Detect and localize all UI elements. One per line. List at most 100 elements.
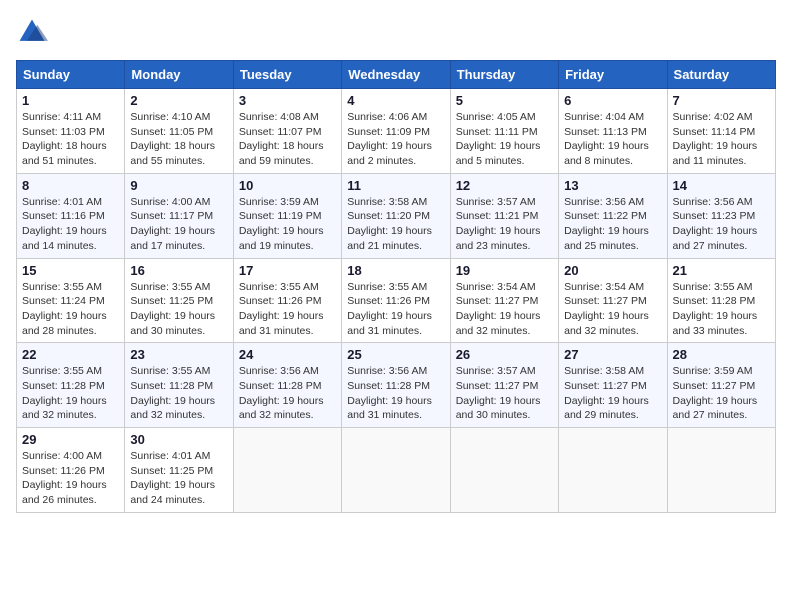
calendar-cell: 19 Sunrise: 3:54 AM Sunset: 11:27 PM Dayl… bbox=[450, 258, 558, 343]
day-info: Sunrise: 3:55 AM Sunset: 11:28 PM Daylig… bbox=[130, 364, 227, 423]
calendar-cell: 10 Sunrise: 3:59 AM Sunset: 11:19 PM Dayl… bbox=[233, 173, 341, 258]
day-number: 26 bbox=[456, 347, 553, 362]
day-number: 25 bbox=[347, 347, 444, 362]
week-row: 22 Sunrise: 3:55 AM Sunset: 11:28 PM Dayl… bbox=[17, 343, 776, 428]
day-number: 30 bbox=[130, 432, 227, 447]
day-info: Sunrise: 4:01 AM Sunset: 11:16 PM Daylig… bbox=[22, 195, 119, 254]
day-info: Sunrise: 4:04 AM Sunset: 11:13 PM Daylig… bbox=[564, 110, 661, 169]
day-info: Sunrise: 3:59 AM Sunset: 11:27 PM Daylig… bbox=[673, 364, 770, 423]
calendar-cell: 7 Sunrise: 4:02 AM Sunset: 11:14 PM Dayli… bbox=[667, 89, 775, 174]
day-info: Sunrise: 3:55 AM Sunset: 11:28 PM Daylig… bbox=[673, 280, 770, 339]
day-info: Sunrise: 3:54 AM Sunset: 11:27 PM Daylig… bbox=[564, 280, 661, 339]
calendar-cell: 6 Sunrise: 4:04 AM Sunset: 11:13 PM Dayli… bbox=[559, 89, 667, 174]
calendar-cell: 25 Sunrise: 3:56 AM Sunset: 11:28 PM Dayl… bbox=[342, 343, 450, 428]
day-number: 14 bbox=[673, 178, 770, 193]
day-number: 10 bbox=[239, 178, 336, 193]
day-number: 24 bbox=[239, 347, 336, 362]
day-info: Sunrise: 4:02 AM Sunset: 11:14 PM Daylig… bbox=[673, 110, 770, 169]
day-number: 5 bbox=[456, 93, 553, 108]
calendar-cell: 26 Sunrise: 3:57 AM Sunset: 11:27 PM Dayl… bbox=[450, 343, 558, 428]
day-number: 28 bbox=[673, 347, 770, 362]
day-number: 6 bbox=[564, 93, 661, 108]
day-info: Sunrise: 3:55 AM Sunset: 11:26 PM Daylig… bbox=[239, 280, 336, 339]
calendar-cell: 2Sunrise: 4:10 AM Sunset: 11:05 PM Dayli… bbox=[125, 89, 233, 174]
calendar-cell: 27Sunrise: 3:58 AM Sunset: 11:27 PM Dayl… bbox=[559, 343, 667, 428]
day-info: Sunrise: 3:55 AM Sunset: 11:26 PM Daylig… bbox=[347, 280, 444, 339]
calendar-cell: 24Sunrise: 3:56 AM Sunset: 11:28 PM Dayl… bbox=[233, 343, 341, 428]
day-number: 16 bbox=[130, 263, 227, 278]
calendar-cell: 12Sunrise: 3:57 AM Sunset: 11:21 PM Dayl… bbox=[450, 173, 558, 258]
day-info: Sunrise: 3:57 AM Sunset: 11:27 PM Daylig… bbox=[456, 364, 553, 423]
day-of-week-header: Thursday bbox=[450, 61, 558, 89]
day-number: 29 bbox=[22, 432, 119, 447]
day-info: Sunrise: 3:55 AM Sunset: 11:25 PM Daylig… bbox=[130, 280, 227, 339]
day-number: 13 bbox=[564, 178, 661, 193]
day-info: Sunrise: 3:55 AM Sunset: 11:24 PM Daylig… bbox=[22, 280, 119, 339]
day-info: Sunrise: 4:00 AM Sunset: 11:17 PM Daylig… bbox=[130, 195, 227, 254]
day-number: 15 bbox=[22, 263, 119, 278]
day-number: 17 bbox=[239, 263, 336, 278]
page-header bbox=[16, 16, 776, 48]
day-info: Sunrise: 4:00 AM Sunset: 11:26 PM Daylig… bbox=[22, 449, 119, 508]
day-of-week-header: Sunday bbox=[17, 61, 125, 89]
calendar-cell: 17 Sunrise: 3:55 AM Sunset: 11:26 PM Dayl… bbox=[233, 258, 341, 343]
day-number: 21 bbox=[673, 263, 770, 278]
day-info: Sunrise: 4:06 AM Sunset: 11:09 PM Daylig… bbox=[347, 110, 444, 169]
calendar-cell: 16 Sunrise: 3:55 AM Sunset: 11:25 PM Dayl… bbox=[125, 258, 233, 343]
week-row: 15 Sunrise: 3:55 AM Sunset: 11:24 PM Dayl… bbox=[17, 258, 776, 343]
calendar-cell: 28 Sunrise: 3:59 AM Sunset: 11:27 PM Dayl… bbox=[667, 343, 775, 428]
calendar-cell: 21 Sunrise: 3:55 AM Sunset: 11:28 PM Dayl… bbox=[667, 258, 775, 343]
day-of-week-header: Friday bbox=[559, 61, 667, 89]
day-number: 22 bbox=[22, 347, 119, 362]
calendar-cell: 3 Sunrise: 4:08 AM Sunset: 11:07 PM Dayli… bbox=[233, 89, 341, 174]
calendar-cell: 23 Sunrise: 3:55 AM Sunset: 11:28 PM Dayl… bbox=[125, 343, 233, 428]
day-number: 12 bbox=[456, 178, 553, 193]
calendar-cell bbox=[450, 428, 558, 513]
week-row: 1 Sunrise: 4:11 AM Sunset: 11:03 PM Dayli… bbox=[17, 89, 776, 174]
day-info: Sunrise: 4:01 AM Sunset: 11:25 PM Daylig… bbox=[130, 449, 227, 508]
day-info: Sunrise: 3:58 AM Sunset: 11:20 PM Daylig… bbox=[347, 195, 444, 254]
calendar-cell: 9Sunrise: 4:00 AM Sunset: 11:17 PM Dayli… bbox=[125, 173, 233, 258]
week-row: 8 Sunrise: 4:01 AM Sunset: 11:16 PM Dayli… bbox=[17, 173, 776, 258]
day-info: Sunrise: 3:56 AM Sunset: 11:28 PM Daylig… bbox=[347, 364, 444, 423]
day-of-week-header: Tuesday bbox=[233, 61, 341, 89]
day-of-week-header: Monday bbox=[125, 61, 233, 89]
logo-icon bbox=[16, 16, 48, 48]
day-info: Sunrise: 3:56 AM Sunset: 11:22 PM Daylig… bbox=[564, 195, 661, 254]
day-info: Sunrise: 3:55 AM Sunset: 11:28 PM Daylig… bbox=[22, 364, 119, 423]
calendar-cell bbox=[233, 428, 341, 513]
calendar-cell: 20 Sunrise: 3:54 AM Sunset: 11:27 PM Dayl… bbox=[559, 258, 667, 343]
day-number: 20 bbox=[564, 263, 661, 278]
day-number: 8 bbox=[22, 178, 119, 193]
logo bbox=[16, 16, 52, 48]
calendar-cell bbox=[559, 428, 667, 513]
calendar-cell: 4 Sunrise: 4:06 AM Sunset: 11:09 PM Dayli… bbox=[342, 89, 450, 174]
day-number: 19 bbox=[456, 263, 553, 278]
day-info: Sunrise: 4:08 AM Sunset: 11:07 PM Daylig… bbox=[239, 110, 336, 169]
day-number: 11 bbox=[347, 178, 444, 193]
day-info: Sunrise: 4:11 AM Sunset: 11:03 PM Daylig… bbox=[22, 110, 119, 169]
day-number: 27 bbox=[564, 347, 661, 362]
calendar-cell: 1 Sunrise: 4:11 AM Sunset: 11:03 PM Dayli… bbox=[17, 89, 125, 174]
calendar-cell: 22 Sunrise: 3:55 AM Sunset: 11:28 PM Dayl… bbox=[17, 343, 125, 428]
day-info: Sunrise: 3:54 AM Sunset: 11:27 PM Daylig… bbox=[456, 280, 553, 339]
calendar-header-row: SundayMondayTuesdayWednesdayThursdayFrid… bbox=[17, 61, 776, 89]
day-number: 3 bbox=[239, 93, 336, 108]
day-number: 4 bbox=[347, 93, 444, 108]
calendar-cell bbox=[667, 428, 775, 513]
day-number: 7 bbox=[673, 93, 770, 108]
calendar-cell: 29 Sunrise: 4:00 AM Sunset: 11:26 PM Dayl… bbox=[17, 428, 125, 513]
day-info: Sunrise: 3:59 AM Sunset: 11:19 PM Daylig… bbox=[239, 195, 336, 254]
calendar-cell: 30 Sunrise: 4:01 AM Sunset: 11:25 PM Dayl… bbox=[125, 428, 233, 513]
day-of-week-header: Saturday bbox=[667, 61, 775, 89]
calendar-table: SundayMondayTuesdayWednesdayThursdayFrid… bbox=[16, 60, 776, 513]
day-info: Sunrise: 4:05 AM Sunset: 11:11 PM Daylig… bbox=[456, 110, 553, 169]
day-info: Sunrise: 4:10 AM Sunset: 11:05 PM Daylig… bbox=[130, 110, 227, 169]
day-number: 23 bbox=[130, 347, 227, 362]
calendar-cell: 15 Sunrise: 3:55 AM Sunset: 11:24 PM Dayl… bbox=[17, 258, 125, 343]
day-number: 1 bbox=[22, 93, 119, 108]
week-row: 29 Sunrise: 4:00 AM Sunset: 11:26 PM Dayl… bbox=[17, 428, 776, 513]
calendar-cell: 5 Sunrise: 4:05 AM Sunset: 11:11 PM Dayli… bbox=[450, 89, 558, 174]
day-number: 18 bbox=[347, 263, 444, 278]
calendar-cell: 13 Sunrise: 3:56 AM Sunset: 11:22 PM Dayl… bbox=[559, 173, 667, 258]
